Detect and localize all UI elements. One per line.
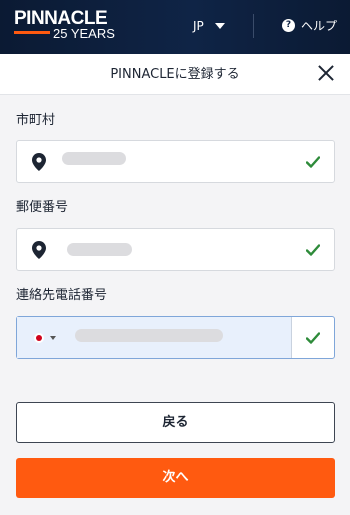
postal-code-field[interactable] [16,228,335,271]
location-pin-icon [32,153,46,171]
checkmark-icon [306,156,320,168]
modal-title-bar: PINNACLEに登録する [0,54,350,95]
city-label: 市町村 [16,113,56,128]
country-dropdown-caret-icon[interactable] [50,336,56,340]
checkmark-icon [306,332,320,344]
language-selector[interactable]: JP [193,18,204,34]
help-link[interactable]: ヘルプ [301,18,337,34]
header-divider [253,14,254,38]
checkmark-icon [306,244,320,256]
city-field[interactable] [16,140,335,183]
chevron-down-icon[interactable] [215,23,225,29]
phone-field[interactable] [16,316,335,359]
brand-logo-subtext: 25 YEARS [53,26,115,41]
postal-code-value-redacted [67,243,132,256]
help-icon[interactable]: ? [282,19,295,32]
top-header: PINNACLE 25 YEARS JP ? ヘルプ [0,0,350,54]
phone-label: 連絡先電話番号 [16,288,108,303]
back-button[interactable]: 戻る [16,402,335,443]
logo-underline [14,31,50,34]
close-icon[interactable] [316,63,336,83]
next-button[interactable]: 次へ [16,458,335,498]
postal-code-label: 郵便番号 [16,200,69,215]
modal-title: PINNACLEに登録する [110,67,240,82]
location-pin-icon [32,241,46,259]
phone-input-area[interactable] [17,317,292,358]
japan-flag-icon[interactable] [34,333,44,343]
flag-dot [36,335,42,341]
phone-value-redacted [75,329,223,342]
city-value-redacted [62,152,126,165]
